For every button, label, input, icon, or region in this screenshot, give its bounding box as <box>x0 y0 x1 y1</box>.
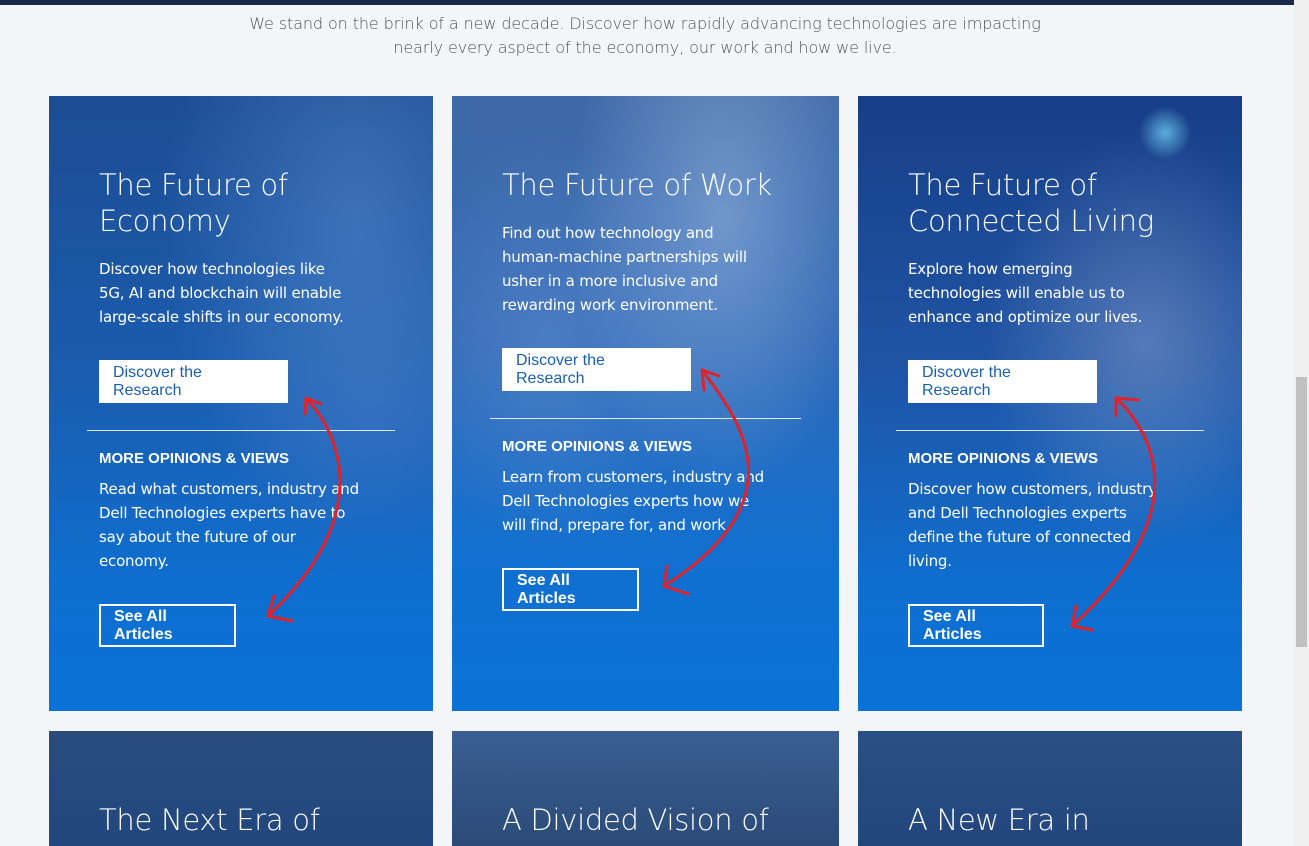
card-new-era[interactable]: A New Era in <box>858 731 1242 846</box>
discover-research-button[interactable]: Discover the Research <box>502 348 691 391</box>
card-description: Explore how emerging technologies will e… <box>908 260 1143 326</box>
more-opinions-heading: MORE OPINIONS & VIEWS <box>908 450 1099 467</box>
card-title: The Future of Connected Living <box>908 168 1154 238</box>
card-title: The Next Era of <box>99 803 320 837</box>
scrollbar-thumb[interactable] <box>1296 377 1307 647</box>
see-all-articles-button[interactable]: See All Articles <box>908 604 1044 647</box>
more-opinions-text: Read what customers, industry and Dell T… <box>99 480 359 570</box>
card-divider <box>490 418 801 419</box>
card-title: A Divided Vision of <box>502 803 769 837</box>
card-title: A New Era in <box>908 803 1090 837</box>
more-opinions-text: Discover how customers, industry and Del… <box>908 480 1157 570</box>
card-future-of-economy: The Future of Economy Discover how techn… <box>49 96 433 711</box>
card-description: Discover how technologies like 5G, AI an… <box>99 260 344 326</box>
card-future-of-connected-living: The Future of Connected Living Explore h… <box>858 96 1242 711</box>
see-all-articles-button[interactable]: See All Articles <box>502 568 639 611</box>
card-title: The Future of Economy <box>99 168 288 238</box>
card-description: Find out how technology and human-machin… <box>502 224 747 314</box>
intro-text: We stand on the brink of a new decade. D… <box>249 14 1041 57</box>
discover-research-button[interactable]: Discover the Research <box>99 360 288 403</box>
more-opinions-heading: MORE OPINIONS & VIEWS <box>502 438 693 455</box>
see-all-articles-button[interactable]: See All Articles <box>99 604 236 647</box>
card-next-era[interactable]: The Next Era of <box>49 731 433 846</box>
card-title: The Future of Work <box>502 168 772 202</box>
discover-research-button[interactable]: Discover the Research <box>908 360 1097 403</box>
card-divider <box>896 430 1204 431</box>
top-header-bar <box>0 0 1294 5</box>
card-divided-vision[interactable]: A Divided Vision of <box>452 731 839 846</box>
more-opinions-heading: MORE OPINIONS & VIEWS <box>99 450 290 467</box>
card-divider <box>87 430 395 431</box>
page-scrollbar[interactable] <box>1294 0 1309 846</box>
card-future-of-work: The Future of Work Find out how technolo… <box>452 96 839 711</box>
more-opinions-text: Learn from customers, industry and Dell … <box>502 468 764 534</box>
